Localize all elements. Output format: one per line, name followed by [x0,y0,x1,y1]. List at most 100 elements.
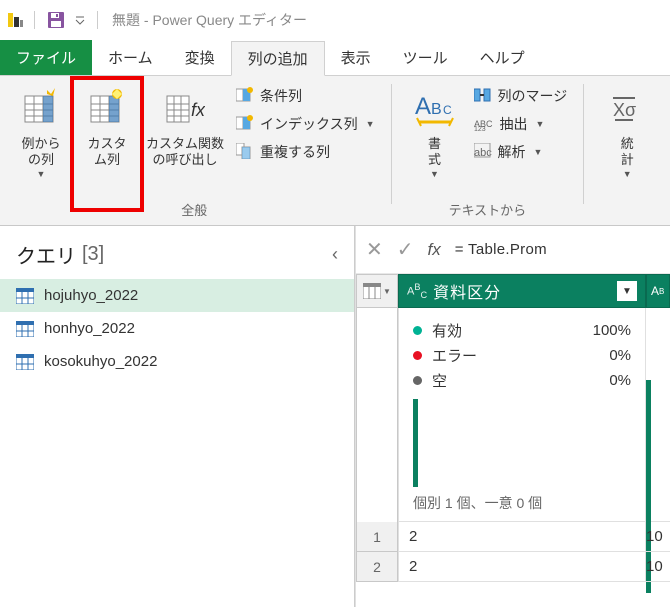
button-label: 統 計 [621,136,634,167]
column-from-examples-button[interactable]: 例から の列 ▼ [10,80,72,179]
grid-header-row: ▼ ABC 資料区分 ▼ AB [356,274,670,308]
chevron-down-icon: ▼ [366,119,375,129]
parse-button[interactable]: abc 解析 ▼ [470,140,572,164]
cell[interactable]: 2 [398,522,646,552]
ribbon: 例から の列 ▼ カスタ ム列 fx カスタム関数 の呼び出し 条件列 [0,76,670,226]
query-item[interactable]: honhyo_2022 [0,312,354,345]
merge-columns-icon [474,87,492,106]
confirm-formula-button[interactable]: ✓ [397,237,414,262]
column-header[interactable]: ABC 資料区分 ▼ [398,274,646,308]
profile-empty-label: 空 [432,370,447,391]
ribbon-group-label: テキストから [404,197,572,225]
table-icon [16,354,34,370]
lower-split: クエリ [3] ‹ hojuhyo_2022 honhyo_2022 kosok… [0,226,670,607]
custom-column-button[interactable]: カスタ ム列 [76,80,138,167]
fx-icon[interactable]: fx [428,240,441,260]
cell-partial[interactable]: 10 [646,552,670,582]
invoke-custom-function-button[interactable]: fx カスタム関数 の呼び出し [142,80,228,167]
conditional-column-button[interactable]: 条件列 [232,84,379,108]
error-dot-icon [413,351,422,360]
profile-gutter [356,308,398,522]
svg-text:B: B [431,101,442,118]
save-button[interactable] [45,9,67,31]
grid-body: 1 2 10 2 2 10 [356,522,670,582]
collapse-pane-button[interactable]: ‹ [332,244,338,265]
parse-icon: abc [474,143,492,162]
query-name: hojuhyo_2022 [44,287,138,304]
table-row[interactable]: 2 2 10 [356,552,670,582]
queries-header: クエリ [3] ‹ [0,226,354,279]
query-name: kosokuhyo_2022 [44,353,157,370]
column-profile-row: 有効 100% エラー 0% 空 0% 個別 1 個、一意 0 個 [356,308,670,522]
queries-count: [3] [82,243,104,266]
tab-view[interactable]: 表示 [325,40,387,75]
chevron-down-icon: ▼ [430,169,439,179]
formula-bar: ✕ ✓ fx = Table.Prom [356,226,670,274]
queries-list: hojuhyo_2022 honhyo_2022 kosokuhyo_2022 [0,279,354,607]
statistics-icon: Xσ [607,84,647,132]
formula-text[interactable]: = Table.Prom [455,241,547,258]
data-grid: ▼ ABC 資料区分 ▼ AB 有効 100% [356,274,670,607]
ribbon-group-label [596,216,658,225]
tab-tools[interactable]: ツール [387,40,464,75]
titlebar-divider [34,11,35,29]
query-item[interactable]: kosokuhyo_2022 [0,345,354,378]
query-item[interactable]: hojuhyo_2022 [0,279,354,312]
chevron-down-icon: ▼ [536,119,545,129]
button-label: 解析 [498,142,526,162]
button-label: インデックス列 [260,114,358,134]
conditional-column-icon [236,87,254,106]
empty-dot-icon [413,376,422,385]
profile-valid-label: 有効 [432,320,462,341]
window-title: 無題 - Power Query エディター [112,10,307,30]
row-number: 1 [356,522,398,552]
tab-file[interactable]: ファイル [0,40,92,75]
data-area: ✕ ✓ fx = Table.Prom ▼ ABC 資料区分 ▼ AB [355,226,670,607]
column-filter-button[interactable]: ▼ [617,281,637,301]
button-label: カスタ ム列 [87,136,126,167]
custom-column-icon [87,84,127,132]
chevron-down-icon: ▼ [383,287,391,296]
statistics-button[interactable]: Xσ 統 計 ▼ [596,80,658,179]
profile-valid-pct: 100% [593,322,631,339]
format-button[interactable]: ABC 書 式 ▼ [404,80,466,179]
profile-error-label: エラー [432,345,477,366]
merge-columns-button[interactable]: 列のマージ [470,84,572,108]
profile-distinct-unique: 個別 1 個、一意 0 個 [413,493,631,513]
row-number: 2 [356,552,398,582]
button-label: 条件列 [260,86,302,106]
format-icon: ABC [413,84,457,132]
chevron-down-icon: ▼ [623,169,632,179]
button-label: 書 式 [428,136,441,167]
extract-button[interactable]: ABC123 抽出 ▼ [470,112,572,136]
cell-partial[interactable]: 10 [646,522,670,552]
tab-add-column[interactable]: 列の追加 [231,41,325,76]
table-icon [16,288,34,304]
svg-text:A: A [415,93,431,120]
cancel-formula-button[interactable]: ✕ [366,237,383,262]
cell[interactable]: 2 [398,552,646,582]
button-label: カスタム関数 の呼び出し [146,136,224,167]
ribbon-group-stats: Xσ 統 計 ▼ [596,80,658,225]
index-column-button[interactable]: インデックス列 ▼ [232,112,379,136]
ribbon-group-text-from: ABC 書 式 ▼ 列のマージ ABC123 抽出 ▼ abc 解析 [404,80,572,225]
column-profile[interactable]: 有効 100% エラー 0% 空 0% 個別 1 個、一意 0 個 [398,308,646,522]
duplicate-column-button[interactable]: 重複する列 [232,140,379,164]
tab-help[interactable]: ヘルプ [464,40,541,75]
svg-text:Xσ: Xσ [613,100,636,120]
chevron-down-icon: ▼ [534,147,543,157]
app-logo-icon [6,11,24,29]
select-all-corner[interactable]: ▼ [356,274,398,308]
tab-home[interactable]: ホーム [92,40,169,75]
quick-access-dropdown[interactable] [73,9,87,31]
column-name: 資料区分 [433,279,501,303]
tab-transform[interactable]: 変換 [169,40,231,75]
button-label: 列のマージ [498,86,568,106]
queries-pane: クエリ [3] ‹ hojuhyo_2022 honhyo_2022 kosok… [0,226,355,607]
chevron-down-icon: ▼ [37,169,46,179]
table-row[interactable]: 1 2 10 [356,522,670,552]
ribbon-group-general: 例から の列 ▼ カスタ ム列 fx カスタム関数 の呼び出し 条件列 [10,80,379,225]
column-header-partial[interactable]: AB [646,274,670,308]
ribbon-tabs: ファイル ホーム 変換 列の追加 表示 ツール ヘルプ [0,40,670,76]
queries-title: クエリ [16,240,76,269]
